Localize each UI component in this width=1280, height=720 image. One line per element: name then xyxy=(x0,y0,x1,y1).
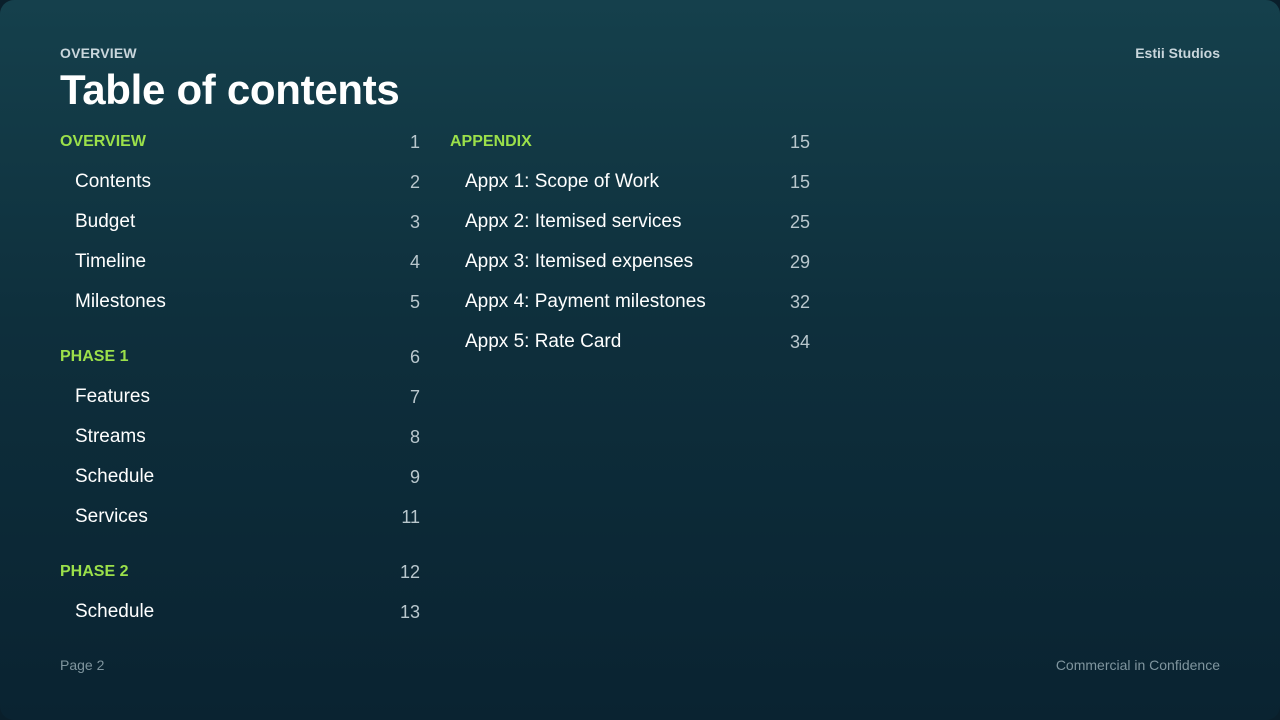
footer-page-label: Page 2 xyxy=(60,657,105,673)
toc-column-left: OVERVIEW 1 Contents 2 Budget 3 Timeline … xyxy=(60,122,420,632)
page-title: Table of contents xyxy=(60,66,400,113)
toc-heading-phase-1[interactable]: PHASE 1 6 xyxy=(60,337,420,377)
toc-page-number: 12 xyxy=(399,561,420,582)
toc-item-appx-2[interactable]: Appx 2: Itemised services 25 xyxy=(450,202,810,242)
section-eyebrow: OVERVIEW xyxy=(60,45,137,61)
toc-item-appx-4[interactable]: Appx 4: Payment milestones 32 xyxy=(450,282,810,322)
toc-item-schedule[interactable]: Schedule 9 xyxy=(60,457,420,497)
toc-item-label: Timeline xyxy=(75,251,147,272)
toc-page-number: 1 xyxy=(409,131,420,152)
toc-heading-label: APPENDIX xyxy=(450,133,532,150)
toc-heading-label: PHASE 2 xyxy=(60,563,129,580)
toc-item-label: Schedule xyxy=(75,601,155,622)
toc-item-streams[interactable]: Streams 8 xyxy=(60,417,420,457)
toc-page-number: 25 xyxy=(789,211,810,232)
toc-page-number: 2 xyxy=(409,171,420,192)
toc-item-services[interactable]: Services 11 xyxy=(60,497,420,537)
toc-page-number: 13 xyxy=(399,601,420,622)
toc-item-label: Appx 4: Payment milestones xyxy=(465,291,706,312)
toc-item-label: Services xyxy=(75,506,148,527)
toc-item-label: Budget xyxy=(75,211,136,232)
toc-heading-label: PHASE 1 xyxy=(60,348,129,365)
toc-column-right: APPENDIX 15 Appx 1: Scope of Work 15 App… xyxy=(450,122,810,362)
toc-page-number: 9 xyxy=(409,466,420,487)
toc-page-number: 6 xyxy=(409,346,420,367)
toc-item-budget[interactable]: Budget 3 xyxy=(60,202,420,242)
footer-confidentiality: Commercial in Confidence xyxy=(1055,657,1220,673)
toc-page-number: 3 xyxy=(409,211,420,232)
toc-item-appx-1[interactable]: Appx 1: Scope of Work 15 xyxy=(450,162,810,202)
toc-page-number: 34 xyxy=(789,331,810,352)
toc-heading-appendix[interactable]: APPENDIX 15 xyxy=(450,122,810,162)
toc-item-milestones[interactable]: Milestones 5 xyxy=(60,282,420,322)
toc-item-schedule-phase-2[interactable]: Schedule 13 xyxy=(60,592,420,632)
toc-item-contents[interactable]: Contents 2 xyxy=(60,162,420,202)
toc-item-appx-5[interactable]: Appx 5: Rate Card 34 xyxy=(450,322,810,362)
toc-page-number: 29 xyxy=(789,251,810,272)
toc-page-number: 5 xyxy=(409,291,420,312)
toc-page-number: 4 xyxy=(409,251,420,272)
slide: OVERVIEW Estii Studios Table of contents… xyxy=(0,0,1280,720)
toc-item-label: Appx 2: Itemised services xyxy=(465,211,682,232)
toc-page-number: 7 xyxy=(409,386,420,407)
toc-item-timeline[interactable]: Timeline 4 xyxy=(60,242,420,282)
toc-heading-phase-2[interactable]: PHASE 2 12 xyxy=(60,552,420,592)
toc-item-label: Contents xyxy=(75,171,152,192)
toc-page-number: 15 xyxy=(789,131,810,152)
toc-item-label: Streams xyxy=(75,426,146,447)
toc-page-number: 11 xyxy=(401,506,420,527)
toc-item-label: Appx 1: Scope of Work xyxy=(465,171,659,192)
toc-item-label: Features xyxy=(75,386,150,407)
toc-item-label: Schedule xyxy=(75,466,155,487)
toc-heading-label: OVERVIEW xyxy=(60,133,146,150)
toc-item-label: Appx 3: Itemised expenses xyxy=(465,251,694,272)
toc-page-number: 8 xyxy=(409,426,420,447)
toc-item-features[interactable]: Features 7 xyxy=(60,377,420,417)
toc-page-number: 32 xyxy=(789,291,810,312)
toc-item-appx-3[interactable]: Appx 3: Itemised expenses 29 xyxy=(450,242,810,282)
toc-heading-overview[interactable]: OVERVIEW 1 xyxy=(60,122,420,162)
brand-name: Estii Studios xyxy=(1135,45,1220,61)
toc-page-number: 15 xyxy=(789,171,810,192)
toc-item-label: Appx 5: Rate Card xyxy=(465,331,622,352)
toc-item-label: Milestones xyxy=(75,291,166,312)
